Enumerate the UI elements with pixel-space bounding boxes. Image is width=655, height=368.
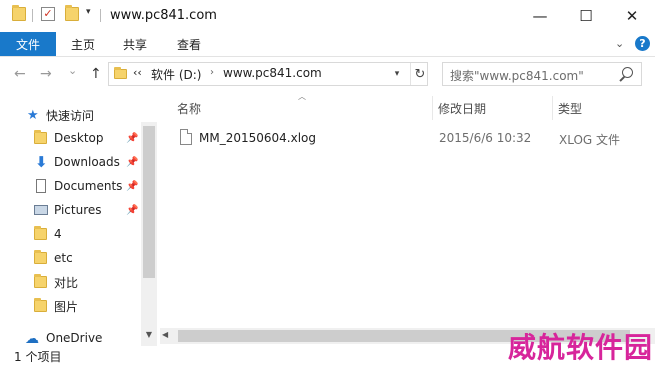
column-divider[interactable]: [552, 96, 553, 120]
pin-icon: 📌: [126, 132, 139, 144]
up-button[interactable]: ↑: [90, 66, 102, 82]
file-modified: 2015/6/6 10:32: [439, 131, 532, 145]
address-dropdown[interactable]: ▾: [388, 63, 406, 85]
sidebar-item-quick-access[interactable]: ★ 快速访问: [0, 103, 140, 127]
window-title: www.pc841.com: [110, 8, 217, 23]
star-icon: ★: [27, 108, 39, 123]
back-button[interactable]: ←: [14, 66, 26, 82]
scroll-down-icon[interactable]: ▼: [141, 330, 157, 344]
quick-access-dropdown[interactable]: ▾: [86, 7, 91, 17]
new-folder-icon[interactable]: [65, 5, 79, 21]
folder-icon: [114, 67, 127, 79]
maximize-button[interactable]: ☐: [563, 0, 609, 32]
pin-icon: 📌: [126, 204, 139, 216]
tab-view[interactable]: 查看: [177, 32, 201, 56]
sidebar-item-etc[interactable]: etc: [0, 246, 140, 270]
desktop-folder-icon: [34, 130, 47, 144]
sidebar-item-label: Pictures: [54, 203, 102, 217]
sort-ascending-icon: ︿: [298, 92, 306, 101]
sidebar-item-label: Desktop: [54, 131, 104, 145]
refresh-icon[interactable]: ↻: [410, 63, 429, 85]
file-name[interactable]: MM_20150604.xlog: [199, 131, 316, 145]
scroll-left-icon[interactable]: ◀: [162, 330, 168, 339]
tab-home[interactable]: 主页: [71, 32, 95, 56]
help-icon[interactable]: ?: [635, 36, 650, 51]
folder-icon: [34, 226, 47, 240]
properties-icon[interactable]: ✓: [41, 7, 55, 21]
folder-icon: [34, 250, 47, 264]
sidebar-item-label: OneDrive: [46, 331, 103, 345]
downloads-icon: ⬇: [35, 153, 48, 171]
sidebar-item-label: Documents: [54, 179, 123, 193]
sidebar-item-label: 对比: [54, 275, 79, 290]
pictures-icon: [34, 205, 48, 215]
sidebar-item-label: etc: [54, 251, 73, 265]
minimize-button[interactable]: —: [517, 0, 563, 32]
recent-locations-button[interactable]: ⌄: [68, 64, 77, 77]
ribbon: [0, 32, 655, 57]
column-header-name[interactable]: 名称: [177, 100, 201, 117]
sidebar-item-downloads[interactable]: ⬇ Downloads 📌: [0, 150, 140, 174]
item-count: 1 个项目: [14, 350, 62, 364]
file-icon: [180, 129, 192, 145]
sidebar-item-label: 快速访问: [46, 108, 95, 123]
tab-share[interactable]: 共享: [123, 32, 147, 56]
breadcrumb-overflow[interactable]: ‹‹: [133, 66, 142, 79]
watermark: 威航软件园: [508, 331, 654, 364]
folder-icon: [34, 274, 47, 288]
folder-icon: [12, 5, 26, 21]
close-button[interactable]: ✕: [609, 0, 655, 32]
search-icon[interactable]: [622, 67, 633, 78]
column-header-modified[interactable]: 修改日期: [438, 100, 486, 117]
column-divider[interactable]: [432, 96, 433, 120]
sidebar-item-pictures[interactable]: Pictures 📌: [0, 198, 140, 222]
folder-icon: [34, 298, 47, 312]
sidebar-item-4[interactable]: 4: [0, 222, 140, 246]
nav-scrollbar-thumb[interactable]: [143, 126, 155, 278]
tab-file[interactable]: 文件: [0, 32, 56, 56]
cloud-icon: ☁: [25, 331, 39, 347]
expand-ribbon-chevron-icon[interactable]: ⌄: [615, 37, 624, 50]
sidebar-item-images[interactable]: 图片: [0, 294, 140, 318]
breadcrumb-separator[interactable]: ›: [210, 67, 214, 78]
breadcrumb-drive[interactable]: 软件 (D:): [151, 66, 201, 83]
sidebar-item-desktop[interactable]: Desktop 📌: [0, 126, 140, 150]
file-type: XLOG 文件: [559, 133, 621, 147]
divider: [100, 9, 101, 22]
pin-icon: 📌: [126, 156, 139, 168]
column-header-type[interactable]: 类型: [558, 100, 582, 117]
divider: [32, 9, 33, 22]
sidebar-item-documents[interactable]: Documents 📌: [0, 174, 140, 198]
pin-icon: 📌: [126, 180, 139, 192]
breadcrumb-folder[interactable]: www.pc841.com: [223, 66, 322, 80]
sidebar-item-label: 图片: [54, 299, 79, 314]
search-placeholder: 搜索"www.pc841.com": [450, 69, 584, 83]
forward-button[interactable]: →: [40, 66, 52, 82]
sidebar-item-compare[interactable]: 对比: [0, 270, 140, 294]
sidebar-item-label: Downloads: [54, 155, 120, 169]
sidebar-item-label: 4: [54, 227, 62, 241]
documents-icon: [36, 179, 46, 193]
